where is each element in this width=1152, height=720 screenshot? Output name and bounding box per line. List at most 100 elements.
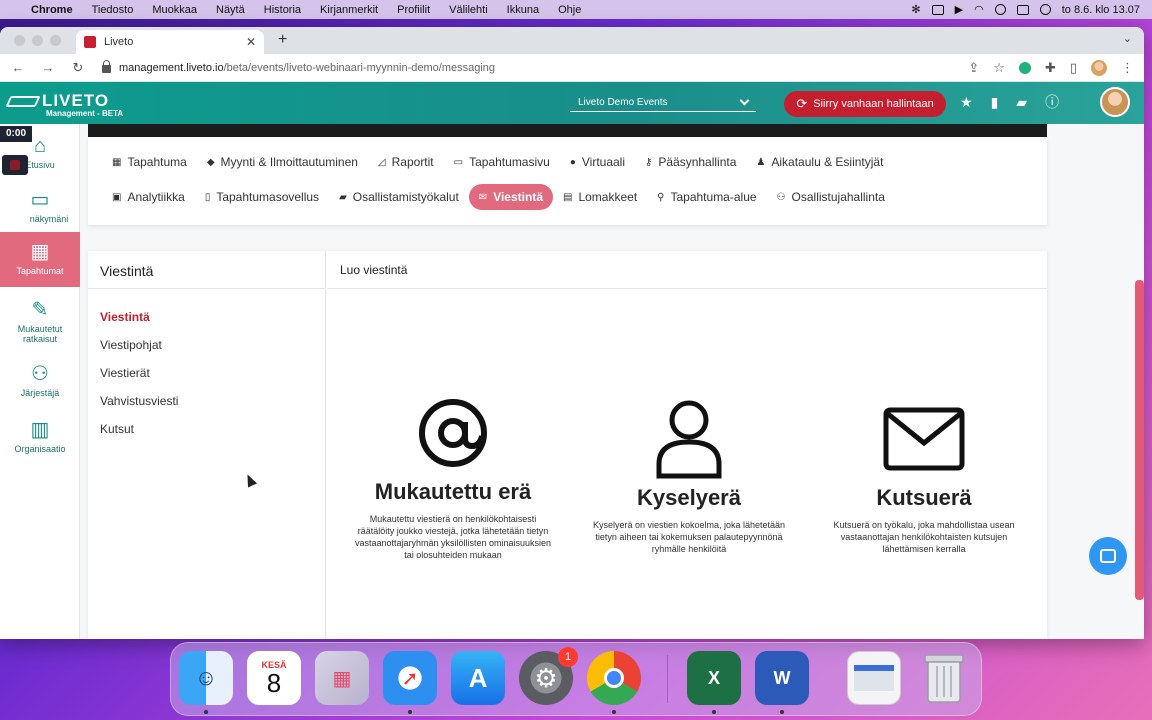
extension-icon[interactable]	[1018, 61, 1031, 74]
sidebar-item-label: Mukautetut ratkaisut	[17, 324, 63, 344]
control-center-icon[interactable]	[1016, 4, 1029, 15]
info-icon[interactable]: ⓘ	[1045, 92, 1059, 112]
star-icon[interactable]: ★	[960, 94, 973, 111]
calendar-icon: ▦	[30, 241, 50, 263]
menu-edit[interactable]: Muokkaa	[152, 4, 197, 16]
legacy-admin-button[interactable]: ⟳ Siirry vanhaan hallintaan	[784, 91, 946, 117]
finder-icon[interactable]: ☺	[179, 651, 233, 705]
trash-icon[interactable]	[917, 651, 971, 705]
side-menu-item-templates[interactable]: Viestipohjat	[88, 331, 325, 359]
chat-bubble-icon[interactable]: ▰	[1016, 94, 1027, 111]
chrome-icon[interactable]	[587, 651, 641, 705]
side-menu-item-confirmation[interactable]: Vahvistusviesti	[88, 387, 325, 415]
extensions-puzzle-icon[interactable]: ✚	[1045, 60, 1056, 76]
user-avatar[interactable]	[1100, 87, 1130, 117]
gear-status-icon[interactable]: ✻	[911, 3, 920, 16]
menu-clock[interactable]: to 8.6. klo 13.07	[1062, 4, 1140, 16]
sidebar-item-my-views[interactable]: ▭ näkymäni	[0, 190, 80, 224]
analytics-icon: ▣	[112, 191, 122, 203]
option-invitation-batch[interactable]: Kutsuerä Kutsuerä on työkalu, joka mahdo…	[824, 397, 1024, 555]
subnav-engagement-tools[interactable]: ▰ Osallistamistyökalut	[329, 184, 469, 210]
menu-window[interactable]: Ikkuna	[507, 4, 539, 16]
liveto-logo[interactable]: LIVETO Management - BETA	[5, 91, 123, 118]
minimize-window-button[interactable]	[32, 35, 43, 46]
at-sign-icon	[353, 391, 553, 475]
sidebar-item-label: Organisaatio	[14, 444, 66, 454]
minimized-window-thumbnail[interactable]	[847, 651, 901, 705]
subnav-forms[interactable]: ▤ Lomakkeet	[553, 184, 647, 210]
sidebar-item-organization[interactable]: ▥ Organisaatio	[0, 420, 80, 454]
side-menu-item-messaging[interactable]: Viestintä	[88, 303, 325, 331]
option-custom-batch[interactable]: Mukautettu erä Mukautettu viestierä on h…	[353, 391, 553, 561]
close-window-button[interactable]	[14, 35, 25, 46]
stop-recording-icon[interactable]	[2, 155, 28, 175]
browser-tab-liveto[interactable]: Liveto ✕	[76, 30, 264, 54]
subnav-label: Osallistamistyökalut	[352, 190, 459, 204]
subnav-attendee-management[interactable]: ⚇ Osallistujahallinta	[767, 184, 895, 210]
liveto-header: LIVETO Management - BETA Liveto Demo Eve…	[0, 82, 1144, 124]
address-bar[interactable]: management.liveto.io/beta/events/liveto-…	[102, 59, 495, 74]
tab-close-icon[interactable]: ✕	[246, 35, 256, 49]
menu-help[interactable]: Ohje	[558, 4, 581, 16]
side-menu-item-batches[interactable]: Viestierät	[88, 359, 325, 387]
page-scrollbar[interactable]	[1135, 280, 1144, 600]
subnav-event-area[interactable]: ⚲ Tapahtuma-alue	[647, 184, 766, 210]
side-panel-icon[interactable]: ▯	[1070, 60, 1077, 76]
launchpad-icon[interactable]: ▦	[315, 651, 369, 705]
safari-icon[interactable]: ➚	[383, 651, 437, 705]
menu-file[interactable]: Tiedosto	[92, 4, 134, 16]
menu-history[interactable]: Historia	[264, 4, 301, 16]
notification-badge: 1	[558, 647, 578, 667]
side-menu-title: Viestintä	[88, 251, 325, 289]
presenter-icon: ♟	[756, 156, 766, 168]
subnav-event[interactable]: ▦ Tapahtuma	[102, 149, 197, 175]
option-survey-batch[interactable]: Kyselyerä Kyselyerä on viestien kokoelma…	[589, 397, 789, 555]
subnav-virtual[interactable]: ● Virtuaali	[560, 149, 635, 175]
search-icon[interactable]	[994, 4, 1006, 15]
subnav-label: Tapahtumasovellus	[216, 190, 320, 204]
back-icon[interactable]: ←	[10, 60, 26, 75]
menu-bookmarks[interactable]: Kirjanmerkit	[320, 4, 378, 16]
subnav-label: Lomakkeet	[578, 190, 638, 204]
event-select[interactable]: Liveto Demo Events	[570, 94, 756, 112]
subnav-schedule[interactable]: ♟ Aikataulu & Esiintyjät	[746, 149, 893, 175]
side-menu-item-invitations[interactable]: Kutsut	[88, 415, 325, 443]
zoom-window-button[interactable]	[50, 35, 61, 46]
sidebar-item-organizer[interactable]: ⚇ Järjestäjä	[0, 364, 80, 398]
subnav-event-app[interactable]: ▯ Tapahtumasovellus	[195, 184, 329, 210]
share-icon[interactable]: ⇪	[968, 60, 979, 76]
bookmark-star-icon[interactable]: ☆	[993, 60, 1005, 76]
running-indicator	[408, 710, 412, 714]
subnav-reports[interactable]: ◿ Raportit	[368, 149, 444, 175]
battery-icon[interactable]	[931, 4, 944, 15]
new-tab-icon[interactable]: +	[278, 31, 287, 49]
lock-icon[interactable]	[102, 59, 111, 73]
subnav-analytics[interactable]: ▣ Analytiikka	[102, 184, 195, 210]
play-icon[interactable]: ▶	[955, 3, 963, 16]
support-chat-button[interactable]	[1089, 537, 1127, 575]
app-store-icon[interactable]: A	[451, 651, 505, 705]
menu-app-name[interactable]: Chrome	[31, 4, 73, 16]
more-menu-icon[interactable]: ⋮	[1121, 60, 1134, 76]
calendar-app-icon[interactable]: KESÄ 8	[247, 651, 301, 705]
bookmark-icon[interactable]: ▮	[991, 94, 999, 111]
sidebar-item-custom-solutions[interactable]: ✎ Mukautetut ratkaisut	[0, 300, 80, 344]
tab-search-chevron-icon[interactable]: ⌄	[1123, 32, 1132, 45]
running-indicator	[712, 710, 716, 714]
subnav-event-page[interactable]: ▭ Tapahtumasivu	[444, 149, 560, 175]
subnav-messaging[interactable]: ✉ Viestintä	[468, 184, 553, 210]
menu-view[interactable]: Näytä	[216, 4, 245, 16]
siri-icon[interactable]	[1039, 4, 1051, 15]
sidebar-item-events[interactable]: ▦ Tapahtumat	[0, 232, 80, 287]
wifi-icon[interactable]: ◠	[974, 3, 984, 16]
excel-icon[interactable]: X	[687, 651, 741, 705]
menu-tab[interactable]: Välilehti	[449, 4, 488, 16]
menu-profiles[interactable]: Profiilit	[397, 4, 430, 16]
forward-icon[interactable]: →	[40, 60, 56, 75]
word-icon[interactable]: W	[755, 651, 809, 705]
subnav-sales[interactable]: ◆ Myynti & Ilmoittautuminen	[197, 149, 368, 175]
profile-avatar[interactable]	[1091, 59, 1107, 76]
reload-icon[interactable]: ↻	[70, 60, 86, 76]
subnav-access-control[interactable]: ⚷ Pääsynhallinta	[635, 149, 746, 175]
tag-icon: ◆	[206, 156, 215, 168]
